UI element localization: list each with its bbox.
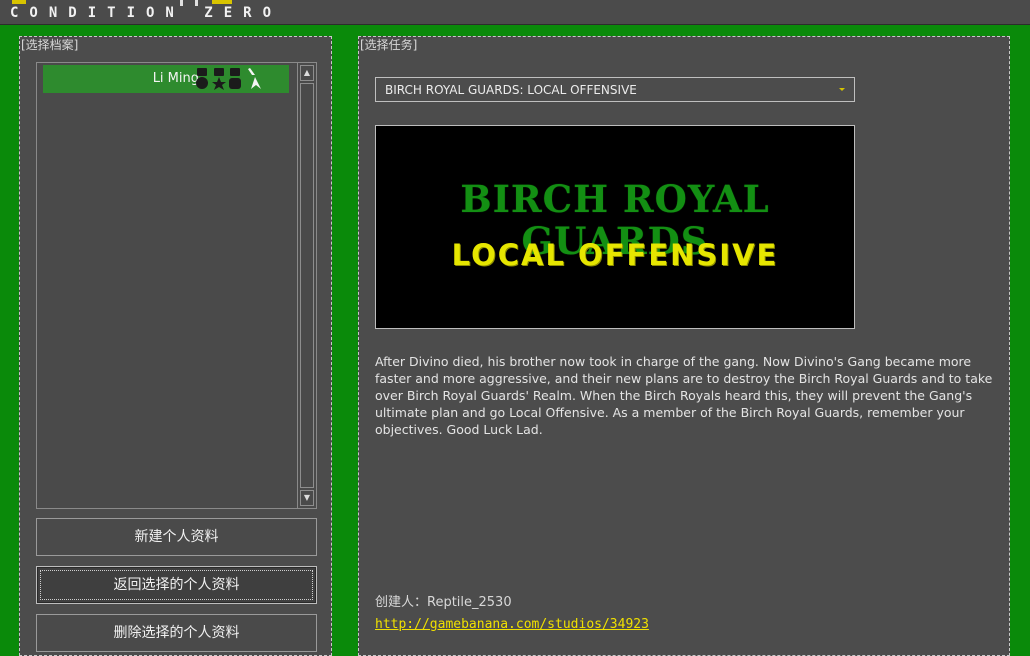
title-bar: CONDITION ZERO (0, 0, 1030, 25)
focus-outline (40, 570, 313, 600)
scroll-track[interactable] (300, 83, 314, 488)
return-profile-button[interactable]: 返回选择的个人资料 (36, 566, 317, 604)
logo-text: CONDITION ZERO (10, 5, 283, 21)
profile-list-scrollbar[interactable]: ▲ ▼ (297, 63, 316, 508)
mission-dropdown-value: BIRCH ROYAL GUARDS: LOCAL OFFENSIVE (385, 83, 637, 97)
delete-profile-button[interactable]: 删除选择的个人资料 (36, 614, 317, 652)
profile-list-item[interactable]: Li Ming (43, 65, 289, 93)
medal-icon (229, 68, 241, 89)
mission-panel-title: [选择任务] (360, 38, 418, 52)
profile-panel-title: [选择档案] (21, 38, 79, 52)
mission-banner-image: BIRCH ROYAL GUARDS LOCAL OFFENSIVE (375, 125, 855, 329)
medal-icon (196, 68, 208, 89)
rank-icon (248, 68, 261, 89)
mission-panel: [选择任务] BIRCH ROYAL GUARDS: LOCAL OFFENSI… (358, 36, 1010, 656)
medal-icons (196, 68, 261, 90)
mission-description: After Divino died, his brother now took … (375, 354, 993, 437)
profile-list[interactable]: Li Ming ▲ ▼ (36, 62, 317, 509)
mission-link[interactable]: http://gamebanana.com/studios/34923 (375, 617, 649, 633)
profile-panel: [选择档案] Li Ming ▲ ▼ 新建个人资料 返回选择的个人资料 删除选择… (19, 36, 332, 656)
banner-subtitle: LOCAL OFFENSIVE (451, 238, 779, 272)
mission-dropdown[interactable]: BIRCH ROYAL GUARDS: LOCAL OFFENSIVE (375, 77, 855, 102)
new-profile-button[interactable]: 新建个人资料 (36, 518, 317, 556)
chevron-down-icon[interactable] (839, 88, 845, 91)
mission-author: 创建人：Reptile_2530 (375, 595, 512, 610)
medal-icon (212, 68, 226, 90)
scroll-down-button[interactable]: ▼ (300, 490, 314, 506)
profile-name: Li Ming (152, 71, 199, 86)
scroll-up-button[interactable]: ▲ (300, 65, 314, 81)
